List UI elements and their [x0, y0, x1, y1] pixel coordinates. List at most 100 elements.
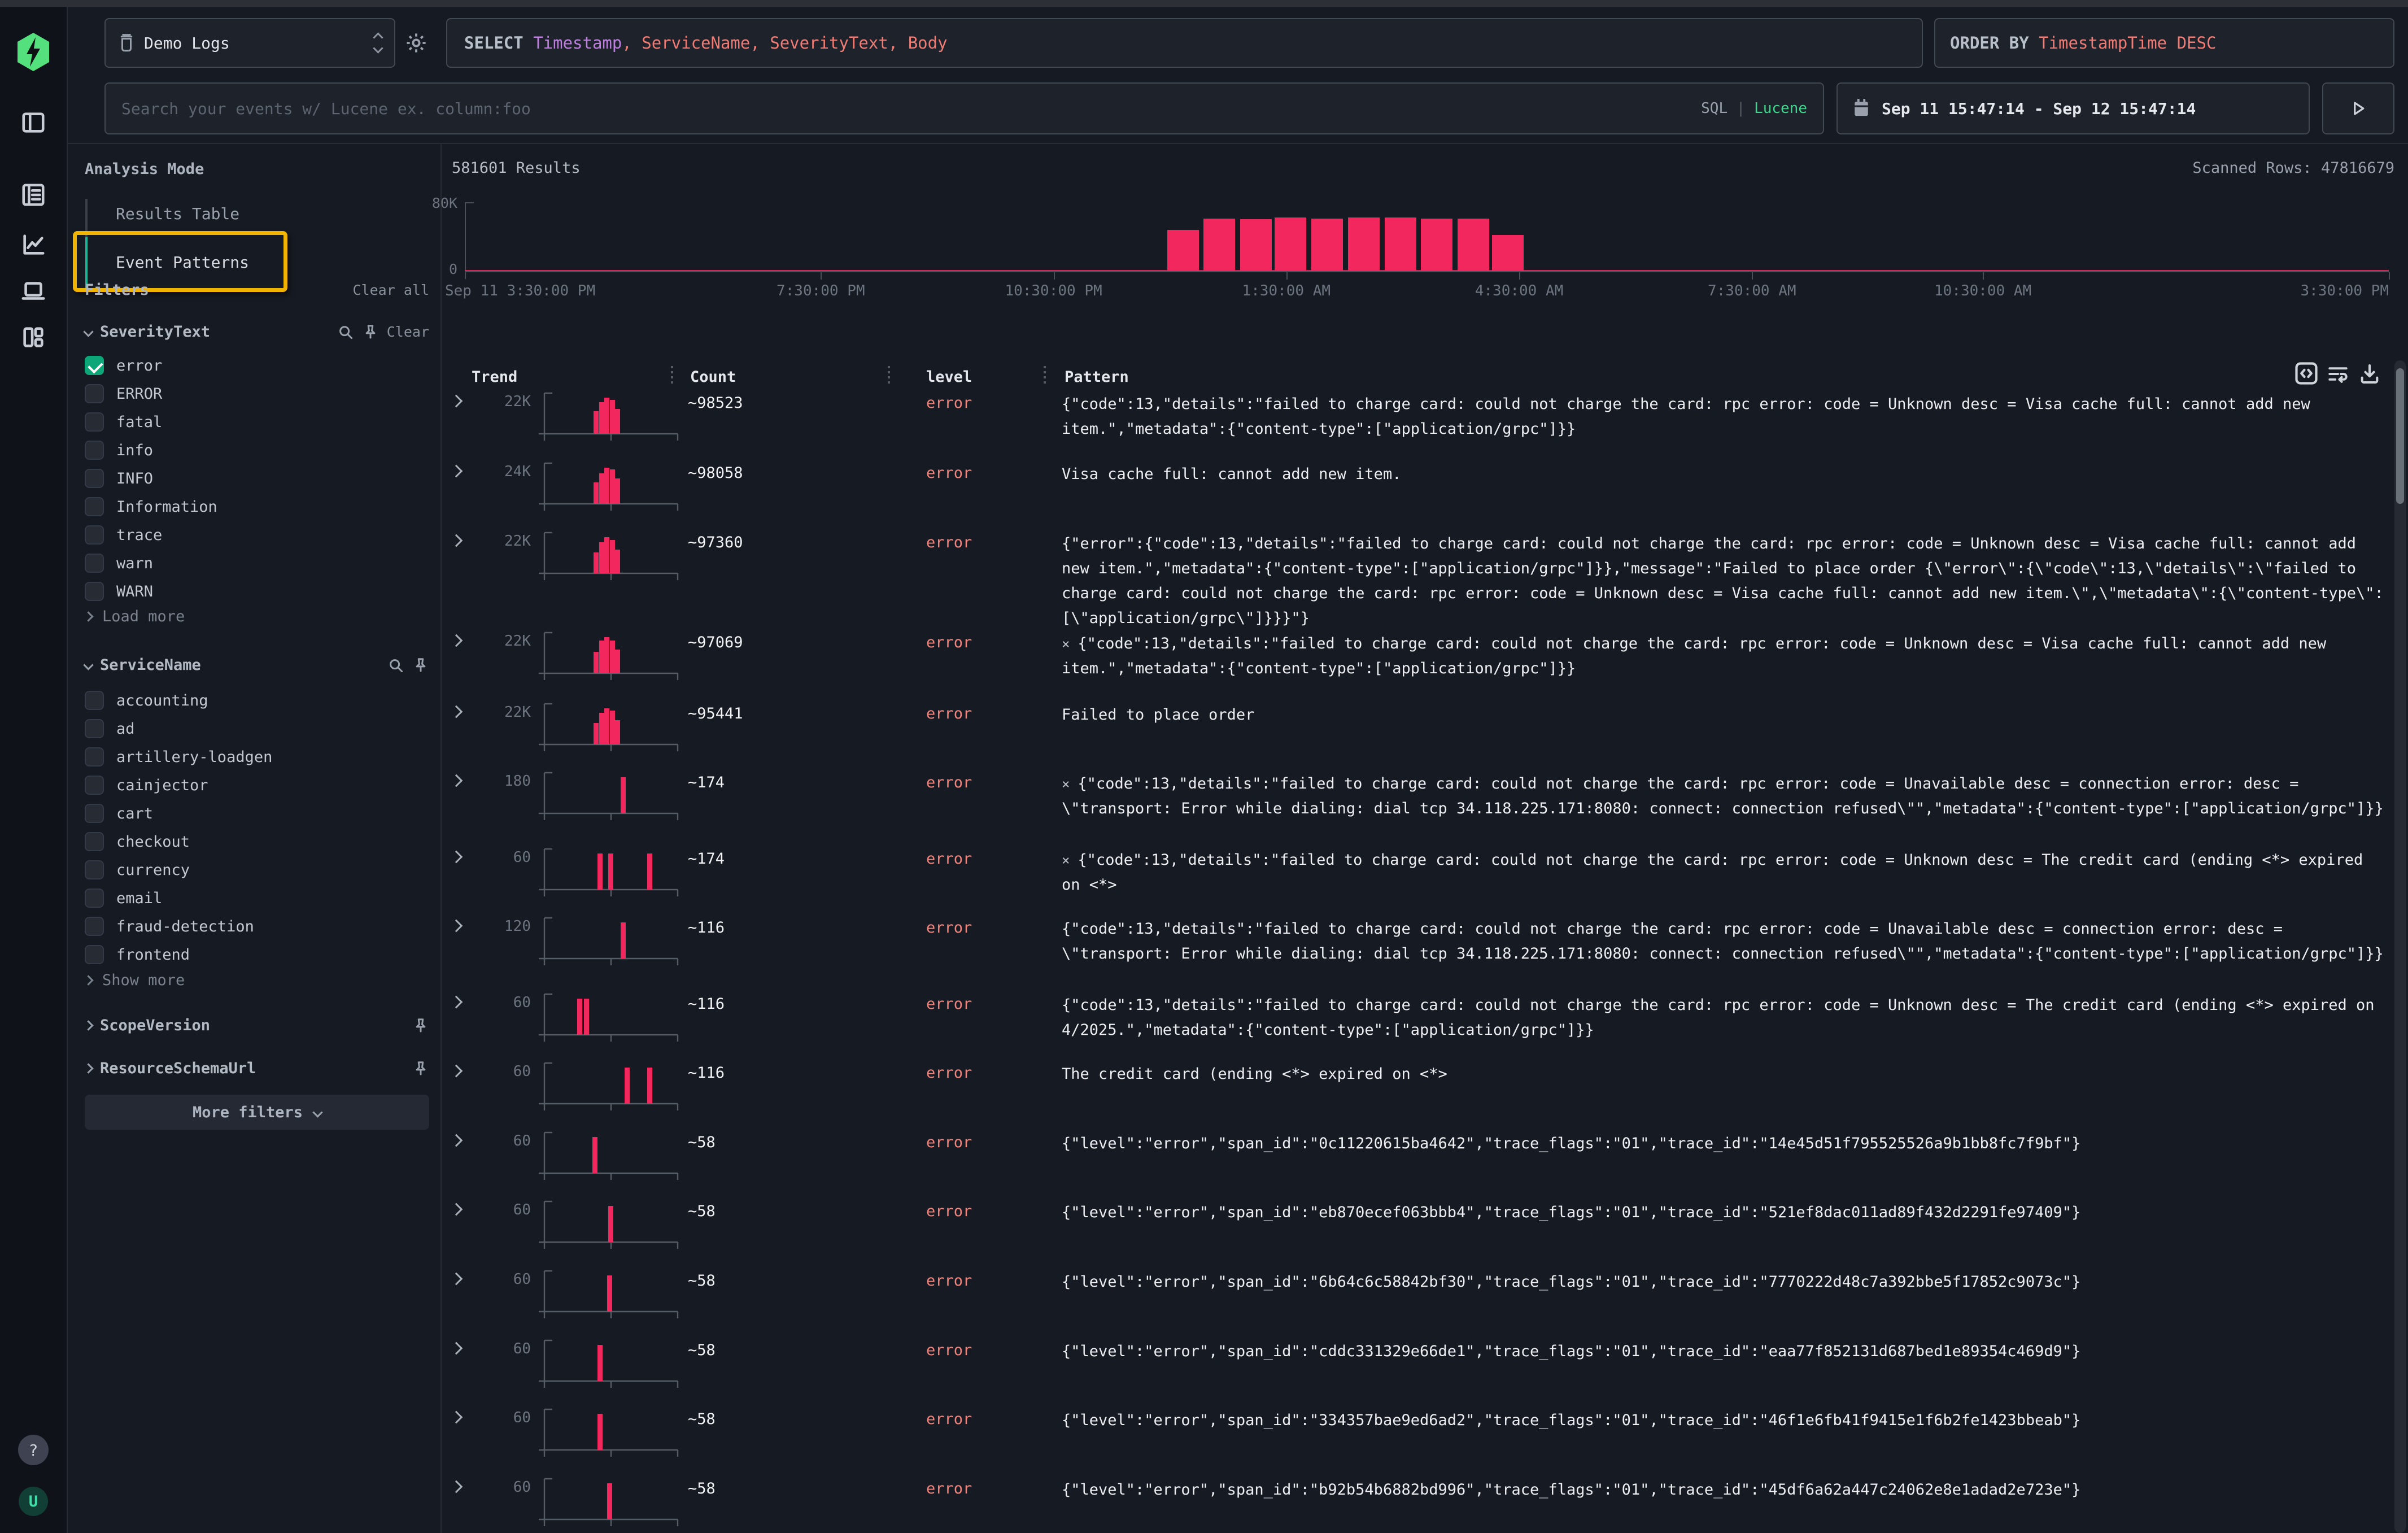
filter-checkbox-cart[interactable]: cart — [85, 799, 153, 828]
filter-checkbox-fraud-detection[interactable]: fraud-detection — [85, 912, 254, 940]
dismiss-x-icon[interactable]: × — [1062, 852, 1070, 868]
row-expand-chevron-icon[interactable] — [450, 920, 463, 933]
severity-section-header[interactable]: SeverityText Clear — [85, 323, 429, 341]
row-expand-chevron-icon[interactable] — [450, 1203, 463, 1216]
histogram-bar[interactable] — [1240, 219, 1272, 271]
checkbox[interactable] — [85, 719, 104, 738]
filter-checkbox-checkout[interactable]: checkout — [85, 828, 190, 856]
histogram-bar[interactable] — [1167, 230, 1199, 271]
table-scrollbar-track[interactable] — [2394, 360, 2406, 1533]
help-button[interactable]: ? — [18, 1435, 49, 1465]
mode-item-results-table[interactable]: Results Table — [116, 204, 239, 223]
checkbox[interactable] — [85, 525, 104, 545]
search-icon[interactable] — [337, 324, 354, 341]
checkbox[interactable] — [85, 917, 104, 936]
filter-checkbox-trace[interactable]: trace — [85, 521, 162, 549]
checkbox[interactable] — [85, 356, 104, 375]
row-expand-chevron-icon[interactable] — [450, 996, 463, 1009]
row-expand-chevron-icon[interactable] — [450, 705, 463, 718]
pattern-text[interactable]: ×{"code":13,"details":"failed to charge … — [1062, 632, 2390, 681]
histogram-bar[interactable] — [1311, 219, 1343, 271]
source-settings-gear-icon[interactable] — [404, 31, 428, 55]
user-avatar[interactable]: U — [19, 1487, 48, 1516]
severity-clear-button[interactable]: Clear — [387, 324, 429, 340]
host-laptop-icon[interactable] — [20, 278, 46, 304]
run-query-button[interactable] — [2322, 82, 2394, 134]
filter-checkbox-artillery-loadgen[interactable]: artillery-loadgen — [85, 743, 272, 771]
pattern-text[interactable]: {"level":"error","span_id":"334357bae9ed… — [1062, 1408, 2390, 1433]
pattern-text[interactable]: {"code":13,"details":"failed to charge c… — [1062, 392, 2390, 442]
checkbox[interactable] — [85, 691, 104, 710]
source-select[interactable]: Demo Logs — [104, 18, 395, 68]
hyperdx-logo-icon[interactable] — [15, 32, 51, 72]
checkbox[interactable] — [85, 554, 104, 573]
filter-checkbox-accounting[interactable]: accounting — [85, 686, 208, 715]
histogram-bar[interactable] — [1203, 219, 1235, 271]
pattern-text[interactable]: {"level":"error","span_id":"eb870ecef063… — [1062, 1200, 2390, 1225]
filter-checkbox-info[interactable]: info — [85, 436, 153, 464]
column-separator[interactable] — [671, 366, 673, 385]
row-expand-chevron-icon[interactable] — [450, 465, 463, 478]
resourceschemaurl-section-header[interactable]: ResourceSchemaUrl — [85, 1060, 429, 1077]
checkbox[interactable] — [85, 441, 104, 460]
filter-checkbox-frontend[interactable]: frontend — [85, 940, 190, 969]
filter-checkbox-Information[interactable]: Information — [85, 493, 217, 521]
pattern-text[interactable]: {"code":13,"details":"failed to charge c… — [1062, 993, 2390, 1043]
column-header-count[interactable]: Count — [690, 368, 736, 386]
pattern-text[interactable]: The credit card (ending <*> expired on <… — [1062, 1062, 2390, 1087]
checkbox[interactable] — [85, 889, 104, 908]
filter-checkbox-INFO[interactable]: INFO — [85, 464, 153, 493]
filter-checkbox-email[interactable]: email — [85, 884, 162, 912]
row-expand-chevron-icon[interactable] — [450, 1065, 463, 1078]
checkbox[interactable] — [85, 776, 104, 795]
row-expand-chevron-icon[interactable] — [450, 395, 463, 408]
pattern-text[interactable]: {"level":"error","span_id":"6b64c6c58842… — [1062, 1270, 2390, 1295]
row-expand-chevron-icon[interactable] — [450, 1411, 463, 1424]
column-header-trend[interactable]: Trend — [472, 368, 517, 386]
histogram-bar[interactable] — [1492, 235, 1524, 271]
pattern-text[interactable]: ×{"code":13,"details":"failed to charge … — [1062, 772, 2390, 821]
pattern-text[interactable]: ×{"code":13,"details":"failed to charge … — [1062, 848, 2390, 898]
dismiss-x-icon[interactable]: × — [1062, 636, 1070, 652]
clear-all-button[interactable]: Clear all — [353, 282, 429, 298]
histogram-bar[interactable] — [1275, 217, 1306, 271]
chart-icon[interactable] — [20, 232, 46, 258]
histogram-bar[interactable] — [1385, 217, 1416, 271]
checkbox[interactable] — [85, 860, 104, 879]
checkbox[interactable] — [85, 945, 104, 964]
row-expand-chevron-icon[interactable] — [450, 1134, 463, 1147]
histogram-bar[interactable] — [1458, 219, 1489, 271]
filter-checkbox-WARN[interactable]: WARN — [85, 577, 153, 606]
results-histogram[interactable] — [465, 199, 2389, 272]
histogram-bar[interactable] — [1348, 217, 1380, 271]
checkbox[interactable] — [85, 412, 104, 432]
pattern-text[interactable]: {"level":"error","span_id":"cddc331329e6… — [1062, 1339, 2390, 1364]
table-scrollbar-thumb[interactable] — [2396, 368, 2404, 504]
filter-checkbox-cainjector[interactable]: cainjector — [85, 771, 208, 799]
row-expand-chevron-icon[interactable] — [450, 634, 463, 647]
row-expand-chevron-icon[interactable] — [450, 851, 463, 864]
row-expand-chevron-icon[interactable] — [450, 534, 463, 547]
pattern-text[interactable]: {"level":"error","span_id":"b92b54b6882b… — [1062, 1478, 2390, 1502]
query-language-toggle[interactable]: SQL | Lucene — [1701, 100, 1807, 117]
search-icon[interactable] — [387, 657, 404, 674]
row-expand-chevron-icon[interactable] — [450, 1480, 463, 1493]
checkbox[interactable] — [85, 384, 104, 403]
filter-checkbox-currency[interactable]: currency — [85, 856, 190, 884]
date-range-picker[interactable]: Sep 11 15:47:14 - Sep 12 15:47:14 — [1836, 82, 2310, 134]
column-header-pattern[interactable]: Pattern — [1065, 368, 1129, 386]
severity-load-more[interactable]: Load more — [85, 608, 185, 625]
pattern-text[interactable]: {"level":"error","span_id":"0c11220615ba… — [1062, 1131, 2390, 1156]
service-section-header[interactable]: ServiceName — [85, 656, 429, 674]
dismiss-x-icon[interactable]: × — [1062, 776, 1070, 792]
dashboards-grid-icon[interactable] — [20, 324, 46, 350]
checkbox[interactable] — [85, 469, 104, 488]
download-icon[interactable] — [2358, 363, 2381, 385]
row-expand-chevron-icon[interactable] — [450, 1273, 463, 1286]
filter-checkbox-ad[interactable]: ad — [85, 715, 135, 743]
filter-checkbox-warn[interactable]: warn — [85, 549, 153, 577]
order-by-input[interactable]: ORDER BY TimestampTime DESC — [1934, 18, 2394, 68]
row-expand-chevron-icon[interactable] — [450, 1342, 463, 1355]
panel-toggle-icon[interactable] — [20, 110, 46, 136]
filter-checkbox-error[interactable]: error — [85, 351, 162, 380]
